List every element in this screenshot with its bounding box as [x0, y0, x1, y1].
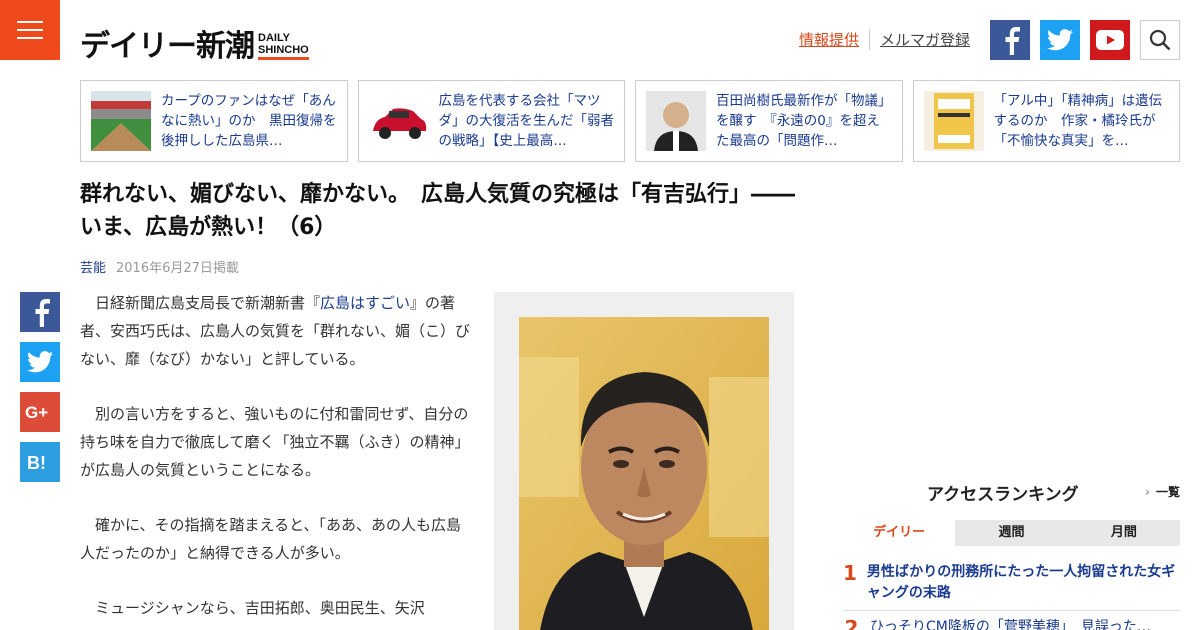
ranking-item[interactable]: 1 男性ばかりの刑務所にたった一人拘留された女ギャングの末路: [843, 562, 1180, 604]
stadium-thumbnail: [91, 91, 151, 151]
ranking-item-title: 男性ばかりの刑務所にたった一人拘留された女ギャングの末路: [866, 564, 1176, 601]
share-google-plus-button[interactable]: G+: [20, 392, 60, 432]
paragraph: 日経新聞広島支局長で新潮新書『広島はすごい』の著者、安西巧氏は、広島人の気質を「…: [80, 294, 471, 368]
article-photo-frame: [494, 292, 794, 630]
svg-text:G+: G+: [25, 403, 48, 422]
access-ranking: アクセスランキング › 一覧 デイリー 週間 月間 1 男性ばかりの刑務所にたった…: [843, 480, 1180, 630]
article-title: 群れない、媚びない、靡かない。 広島人気質の究極は「有吉弘行」――いま、広島が熱…: [80, 182, 796, 240]
menu-icon-bar: [17, 37, 43, 39]
category-link[interactable]: 芸能: [80, 257, 106, 276]
menu-icon-bar: [17, 29, 43, 31]
youtube-button[interactable]: [1090, 20, 1130, 60]
ranking-item-title: ひっそりCM降板の「菅野美穂」 見誤った…: [870, 619, 1151, 630]
facebook-icon: [35, 299, 50, 327]
header-links: 情報提供 メルマガ登録: [799, 29, 970, 50]
svg-text:B!: B!: [27, 453, 46, 472]
related-card-title: カープのファンはなぜ「あんなに熱い」のか 黒田復帰を後押しした広島県…: [161, 93, 337, 149]
share-twitter-button[interactable]: [20, 342, 60, 382]
share-buttons: G+ B!: [20, 292, 60, 482]
ranking-item[interactable]: 2 ひっそりCM降板の「菅野美穂」 見誤った…: [843, 617, 1180, 630]
search-icon: [1149, 29, 1171, 51]
ranking-title: アクセスランキング: [927, 485, 1079, 505]
twitter-icon: [1047, 29, 1073, 51]
rank-number: 1: [843, 561, 857, 585]
youtube-icon: [1096, 30, 1124, 50]
menu-icon-bar: [17, 21, 43, 23]
paragraph: ミュージシャンなら、吉田拓郎、奥田民生、矢沢: [95, 599, 425, 617]
google-plus-icon: G+: [25, 403, 48, 422]
paragraph: 別の言い方をすると、強いものに付和雷同せず、自分の持ち味を自力で徹底して磨く「独…: [80, 405, 470, 479]
facebook-icon: [1005, 27, 1020, 55]
search-button[interactable]: [1140, 20, 1180, 60]
tab-weekly[interactable]: 週間: [955, 520, 1068, 546]
twitter-button[interactable]: [1040, 20, 1080, 60]
hatena-bookmark-icon: B!: [27, 453, 46, 472]
header-social: [990, 20, 1180, 60]
logo-jp: デイリー新潮: [80, 29, 255, 64]
chevron-right-icon: ›: [1145, 485, 1150, 499]
facebook-button[interactable]: [990, 20, 1030, 60]
site-logo[interactable]: デイリー新潮 DAILY SHINCHO: [80, 18, 309, 62]
related-card-title: 「アル中」「精神病」は遺伝するのか 作家・橘玲氏が「不愉快な真実」を…: [993, 93, 1163, 149]
related-card[interactable]: 広島を代表する会社「マツダ」の大復活を生んだ「弱者の戦略」【史上最高…: [357, 80, 625, 162]
book-cover-thumbnail: [923, 91, 984, 151]
newsletter-link[interactable]: メルマガ登録: [870, 29, 970, 50]
paragraph: 確かに、その指摘を踏まえると、「ああ、あの人も広島人だったのか」と納得できる人が…: [80, 516, 462, 562]
twitter-icon: [27, 351, 53, 373]
article-body: 日経新聞広島支局長で新潮新書『広島はすごい』の著者、安西巧氏は、広島人の気質を「…: [80, 289, 470, 630]
logo-en: DAILY SHINCHO: [258, 32, 309, 60]
ranking-divider: [843, 610, 1180, 611]
share-hatena-button[interactable]: B!: [20, 442, 60, 482]
related-card-title: 百田尚樹氏最新作が「物議」を醸す 『永遠の0』を超えた最高の「問題作…: [716, 93, 892, 149]
rank-number: 2: [844, 616, 859, 630]
related-articles: カープのファンはなぜ「あんなに熱い」のか 黒田復帰を後押しした広島県… 広島を代…: [80, 80, 1180, 162]
related-card[interactable]: 百田尚樹氏最新作が「物議」を醸す 『永遠の0』を超えた最高の「問題作…: [635, 80, 903, 162]
article-meta: 芸能 2016年6月27日掲載: [80, 257, 239, 276]
red-car-thumbnail: [368, 91, 429, 151]
ranking-tabs: デイリー 週間 月間: [843, 520, 1180, 546]
info-provide-link[interactable]: 情報提供: [799, 29, 870, 50]
related-card[interactable]: カープのファンはなぜ「あんなに熱い」のか 黒田復帰を後押しした広島県…: [80, 80, 348, 162]
publish-date: 2016年6月27日掲載: [116, 261, 239, 276]
share-facebook-button[interactable]: [20, 292, 60, 332]
related-card-title: 広島を代表する会社「マツダ」の大復活を生んだ「弱者の戦略」【史上最高…: [438, 93, 615, 149]
tab-monthly[interactable]: 月間: [1067, 520, 1180, 546]
tab-daily[interactable]: デイリー: [843, 520, 956, 546]
book-link[interactable]: 広島はすごい: [320, 294, 410, 312]
ranking-header: アクセスランキング › 一覧: [843, 480, 1180, 505]
author-portrait-thumbnail: [646, 91, 706, 151]
menu-button[interactable]: [0, 0, 60, 60]
article-photo: [519, 317, 769, 630]
ranking-all-link[interactable]: › 一覧: [1145, 483, 1180, 500]
related-card[interactable]: 「アル中」「精神病」は遺伝するのか 作家・橘玲氏が「不愉快な真実」を…: [912, 80, 1180, 162]
